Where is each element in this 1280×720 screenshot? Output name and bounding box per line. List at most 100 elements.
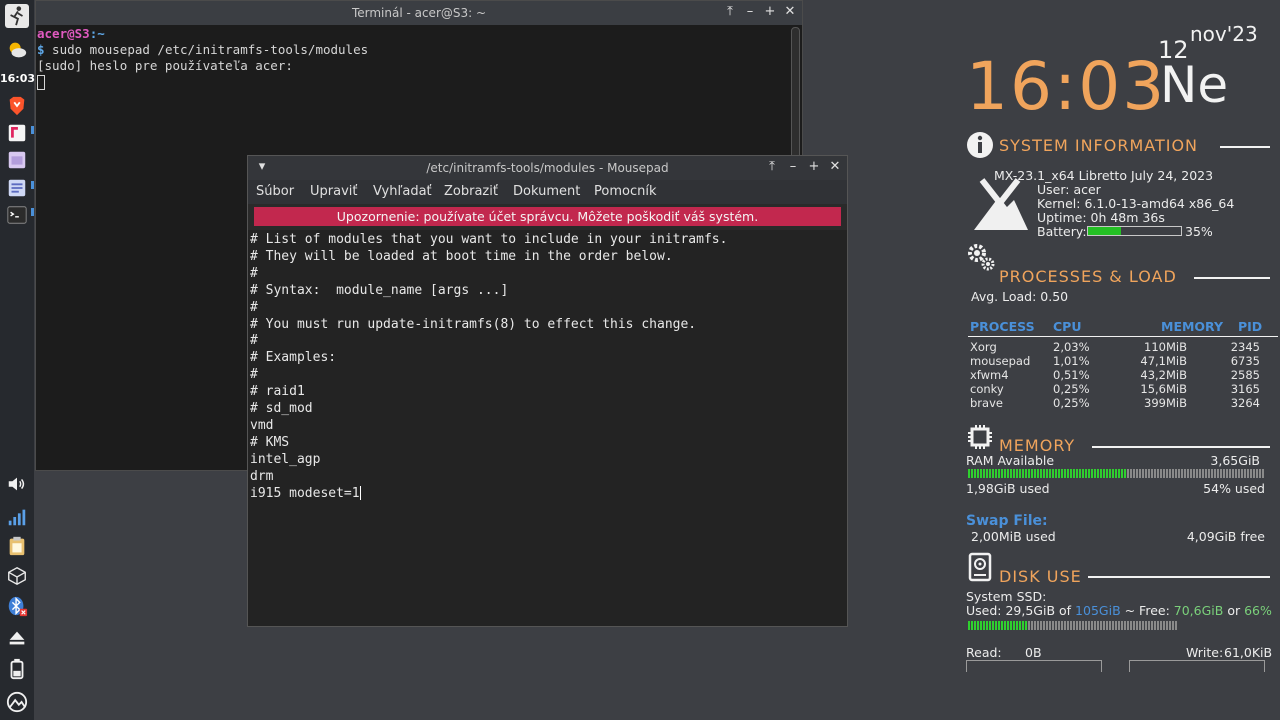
- editor-line: #: [250, 299, 258, 315]
- bar-segment: [1100, 621, 1102, 630]
- menu-search[interactable]: Vyhľadať: [373, 184, 432, 199]
- process-pid: 2345: [1230, 340, 1260, 354]
- battery-label: Battery:: [1037, 224, 1087, 239]
- text-editor-area[interactable]: # List of modules that you want to inclu…: [248, 230, 847, 626]
- bar-segment: [1103, 621, 1105, 630]
- package-icon[interactable]: [5, 564, 29, 588]
- bar-segment: [995, 469, 997, 478]
- maximize-button[interactable]: +: [806, 159, 822, 175]
- bar-segment: [1112, 621, 1114, 630]
- bar-segment: [1115, 469, 1117, 478]
- close-button[interactable]: ✕: [782, 4, 798, 20]
- panel-clock[interactable]: 16:03: [0, 72, 35, 85]
- battery-icon[interactable]: [5, 657, 29, 681]
- bar-segment: [1097, 621, 1099, 630]
- network-icon[interactable]: [5, 505, 29, 529]
- mousepad-titlebar[interactable]: ▾ /etc/initramfs-tools/modules - Mousepa…: [248, 156, 847, 180]
- maximize-button[interactable]: +: [762, 4, 778, 20]
- mousepad-window[interactable]: ▾ /etc/initramfs-tools/modules - Mousepa…: [247, 155, 848, 627]
- disk-label: System SSD:: [966, 589, 1047, 604]
- bar-segment: [1064, 469, 1066, 478]
- process-pid: 3264: [1230, 396, 1260, 410]
- bar-segment: [1064, 621, 1066, 630]
- day-name: Ne: [1160, 56, 1229, 114]
- terminal-icon[interactable]: [5, 203, 29, 227]
- bar-segment: [1052, 469, 1054, 478]
- bar-segment: [1061, 469, 1063, 478]
- brave-browser-icon[interactable]: [5, 94, 29, 118]
- eject-icon[interactable]: [5, 626, 29, 650]
- window-menu-button[interactable]: ⤒: [722, 4, 738, 20]
- bar-segment: [1214, 469, 1216, 478]
- menu-edit[interactable]: Upraviť: [310, 184, 357, 199]
- battery-bar-fill: [1088, 227, 1121, 235]
- big-clock: 16:03: [966, 48, 1167, 125]
- editor-line: #: [250, 367, 258, 383]
- bar-segment: [992, 469, 994, 478]
- col-memory: MEMORY: [1161, 319, 1224, 334]
- bar-segment: [1196, 469, 1198, 478]
- bar-segment: [1202, 469, 1204, 478]
- bar-segment: [1220, 469, 1222, 478]
- ram-label: RAM Available: [966, 453, 1055, 468]
- minimize-button[interactable]: –: [785, 159, 801, 175]
- close-button[interactable]: ✕: [827, 159, 843, 175]
- bar-segment: [1172, 469, 1174, 478]
- menu-help[interactable]: Pomocník: [594, 184, 656, 199]
- menu-bar: Súbor Upraviť Vyhľadať Zobraziť Dokument…: [248, 180, 847, 204]
- bar-segment: [983, 621, 985, 630]
- run-icon[interactable]: [5, 4, 29, 28]
- bar-segment: [1010, 469, 1012, 478]
- file-manager-icon[interactable]: [5, 148, 29, 172]
- mx-logo-icon[interactable]: [5, 690, 29, 714]
- menu-view[interactable]: Zobraziť: [444, 184, 498, 199]
- window-shade-button[interactable]: ⤒: [764, 159, 780, 175]
- swap-used: 2,00MiB used: [971, 529, 1056, 544]
- kernel-info: Kernel: 6.1.0-13-amd64 x86_64: [1037, 196, 1235, 211]
- menu-file[interactable]: Súbor: [256, 184, 294, 199]
- process-cpu: 0,51%: [1053, 368, 1090, 382]
- prompt-user: acer@S3: [37, 26, 90, 41]
- text-editor-icon[interactable]: [5, 176, 29, 200]
- ram-used: 1,98GiB used: [966, 481, 1050, 496]
- bar-segment: [977, 469, 979, 478]
- running-indicator: [31, 181, 34, 189]
- bar-segment: [998, 469, 1000, 478]
- bar-segment: [1139, 469, 1141, 478]
- disk-free: 70,6GiB: [1173, 603, 1224, 618]
- menu-document[interactable]: Dokument: [513, 184, 580, 199]
- bar-segment: [1127, 469, 1129, 478]
- volume-icon[interactable]: [5, 472, 29, 496]
- bar-segment: [1157, 469, 1159, 478]
- terminal-titlebar[interactable]: Terminál - acer@S3: ~ ⤒ – + ✕: [36, 1, 802, 25]
- process-memory: 15,6MiB: [1140, 382, 1187, 396]
- bar-segment: [1040, 621, 1042, 630]
- bluetooth-icon[interactable]: [5, 594, 29, 618]
- bar-segment: [1013, 621, 1015, 630]
- sudo-prompt: [sudo] heslo pre používateľa acer:: [37, 58, 293, 73]
- weather-icon[interactable]: [5, 38, 29, 62]
- bar-segment: [1088, 469, 1090, 478]
- clipboard-icon[interactable]: [5, 534, 29, 558]
- minimize-button[interactable]: –: [742, 4, 758, 20]
- running-indicator: [31, 126, 34, 134]
- flameshot-icon[interactable]: [5, 121, 29, 145]
- bar-segment: [1232, 469, 1234, 478]
- bar-segment: [1187, 469, 1189, 478]
- table-rule: [968, 336, 1278, 337]
- write-label: Write:: [1186, 645, 1224, 660]
- bar-segment: [1109, 621, 1111, 630]
- bar-segment: [1118, 621, 1120, 630]
- bar-segment: [1058, 469, 1060, 478]
- bar-segment: [1067, 469, 1069, 478]
- bar-segment: [1091, 469, 1093, 478]
- bar-segment: [1004, 621, 1006, 630]
- bar-segment: [989, 469, 991, 478]
- user-info: User: acer: [1037, 182, 1101, 197]
- bar-segment: [1031, 469, 1033, 478]
- bar-segment: [1121, 621, 1123, 630]
- battery-bar: [1087, 226, 1182, 236]
- bar-segment: [1235, 469, 1237, 478]
- bar-segment: [1106, 621, 1108, 630]
- bar-segment: [1133, 621, 1135, 630]
